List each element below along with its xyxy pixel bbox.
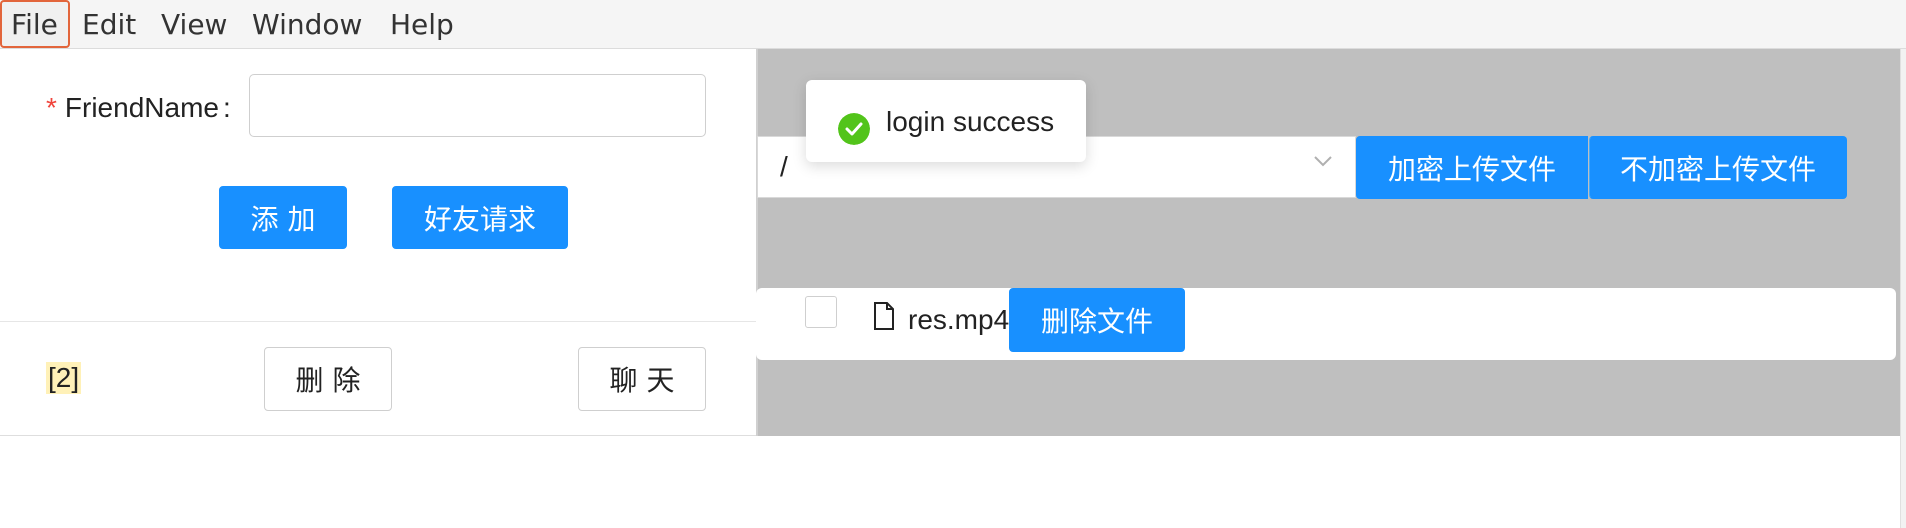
friendname-label: * FriendName: bbox=[46, 92, 231, 124]
toast-notification: login success bbox=[806, 80, 1086, 162]
check-circle-icon bbox=[838, 113, 870, 145]
add-button[interactable]: 添 加 bbox=[219, 186, 347, 249]
friend-requests-button[interactable]: 好友请求 bbox=[392, 186, 568, 249]
delete-file-button[interactable]: 删除文件 bbox=[1009, 288, 1185, 352]
friend-count-badge: [2] bbox=[46, 362, 82, 394]
menu-edit[interactable]: Edit bbox=[73, 0, 145, 48]
toast-message: login success bbox=[886, 106, 1055, 137]
menu-file[interactable]: File bbox=[0, 0, 70, 48]
menu-window[interactable]: Window bbox=[243, 0, 371, 48]
menu-view[interactable]: View bbox=[152, 0, 236, 48]
menu-bar: File Edit View Window Help bbox=[0, 0, 1906, 49]
file-name: res.mp4 bbox=[908, 304, 1010, 335]
plain-upload-button[interactable]: 不加密上传文件 bbox=[1589, 136, 1847, 199]
file-icon bbox=[874, 302, 894, 330]
friendname-input[interactable] bbox=[249, 74, 706, 137]
label-colon: : bbox=[222, 92, 231, 123]
menu-help[interactable]: Help bbox=[381, 0, 463, 48]
encrypt-upload-button[interactable]: 加密上传文件 bbox=[1356, 136, 1588, 199]
file-checkbox[interactable] bbox=[805, 296, 837, 328]
delete-friend-button[interactable]: 删 除 bbox=[264, 347, 392, 411]
required-mark: * bbox=[46, 92, 57, 123]
window-edge bbox=[1900, 49, 1906, 528]
path-select-value: / bbox=[780, 151, 788, 182]
friendname-label-text: FriendName bbox=[64, 92, 219, 123]
chat-button[interactable]: 聊 天 bbox=[578, 347, 706, 411]
chevron-down-icon bbox=[1314, 156, 1332, 167]
